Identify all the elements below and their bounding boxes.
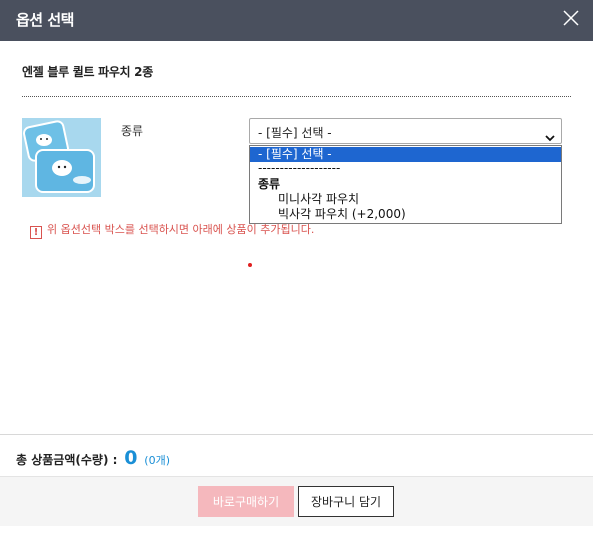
divider: [0, 434, 593, 435]
product-name: 엔젤 블루 퀼트 파우치 2종: [22, 65, 153, 79]
option-label: 종류: [121, 124, 144, 138]
close-icon[interactable]: [563, 10, 579, 26]
option-dropdown-list: - [필수] 선택 - ------------------- 종류 미니사각 …: [249, 145, 562, 224]
total-amount: 0: [124, 447, 138, 469]
notice-message: ! 위 옵션선택 박스를 선택하시면 아래에 상품이 추가됩니다.: [30, 221, 314, 239]
modal-header: 옵션 선택: [0, 0, 593, 41]
total-label: 총 상품금액(수량) :: [16, 453, 118, 467]
warning-icon: !: [30, 226, 42, 239]
dropdown-group-label: 종류: [258, 177, 281, 191]
dropdown-option-placeholder[interactable]: - [필수] 선택 -: [250, 147, 561, 162]
total-count: (0개): [144, 454, 170, 467]
product-thumbnail: [22, 118, 101, 197]
red-dot-marker: [248, 263, 252, 267]
option-select-value: - [필수] 선택 -: [258, 126, 332, 140]
total-price: 총 상품금액(수량) : 0 (0개): [16, 447, 170, 469]
divider: [22, 96, 571, 97]
dropdown-option[interactable]: 빅사각 파우치 (+2,000): [250, 207, 561, 222]
dropdown-separator: -------------------: [258, 161, 341, 175]
buy-now-button[interactable]: 바로구매하기: [198, 486, 294, 517]
option-select[interactable]: - [필수] 선택 -: [249, 118, 562, 144]
chevron-down-icon: [545, 127, 555, 142]
add-to-cart-button[interactable]: 장바구니 담기: [298, 486, 394, 517]
modal-footer: 바로구매하기 장바구니 담기: [0, 476, 593, 526]
modal-title: 옵션 선택: [16, 11, 74, 29]
notice-text: 위 옵션선택 박스를 선택하시면 아래에 상품이 추가됩니다.: [47, 223, 315, 236]
dropdown-option[interactable]: 미니사각 파우치: [250, 192, 561, 207]
